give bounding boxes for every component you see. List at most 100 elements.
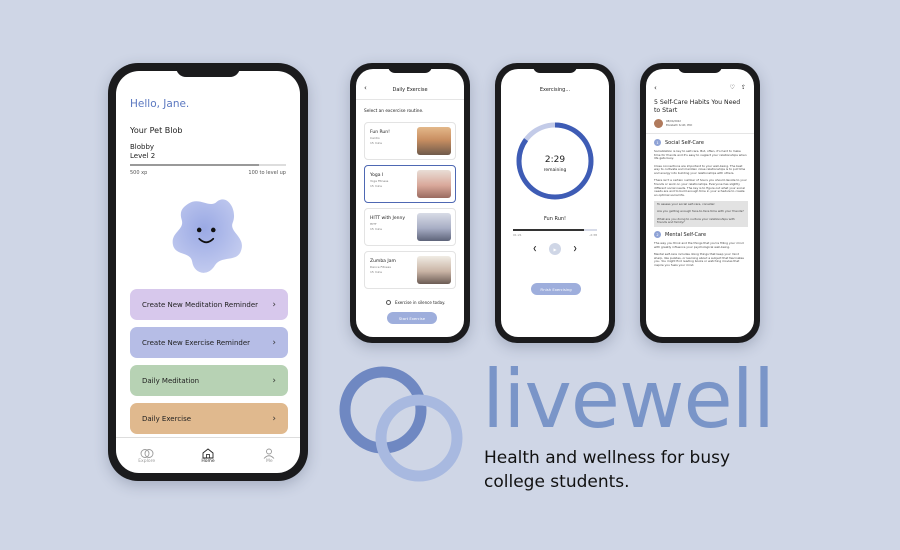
phone-notch — [176, 63, 240, 77]
header-divider — [356, 99, 464, 100]
silence-option[interactable]: Exercise in silence today. — [386, 300, 445, 305]
section-heading: 1 Social Self-Care — [654, 139, 748, 146]
tab-label: Explore — [138, 459, 156, 464]
chevron-right-icon: › — [272, 299, 276, 310]
routine-duration: 15 mins — [370, 140, 382, 145]
start-exercise-button[interactable]: Start Exercise — [387, 312, 437, 324]
create-exercise-reminder-button[interactable]: Create New Exercise Reminder › — [130, 327, 288, 358]
back-chevron-icon[interactable]: ‹ — [654, 84, 657, 92]
phone-exercising: Exercising... 2:29 remaining Fun Run! 01… — [495, 63, 615, 343]
phone-notch — [388, 63, 432, 73]
section-number: 2 — [654, 231, 661, 239]
chevron-right-icon: › — [272, 413, 276, 424]
routine-card-selected[interactable]: Yoga I Yoga Fitness 15 mins — [364, 165, 456, 203]
xp-progress-fill — [130, 164, 260, 166]
button-label: Create New Exercise Reminder — [142, 338, 251, 347]
create-meditation-reminder-button[interactable]: Create New Meditation Reminder › — [130, 289, 288, 320]
article-screen: ‹ ♡ ⇪ 5 Self-Care Habits You Need to Sta… — [646, 69, 754, 337]
routine-type: Dance Fitness — [370, 265, 391, 269]
next-icon[interactable]: ❯ — [573, 246, 577, 252]
daily-exercise-button[interactable]: Daily Exercise › — [130, 403, 288, 434]
paragraph: The way you think and the things that yo… — [654, 241, 744, 249]
routine-name: HITT with Jenny — [370, 216, 406, 221]
play-icon[interactable]: ▶ — [549, 243, 561, 255]
xp-to-level: 100 to level up — [248, 170, 286, 176]
tab-bar: Explore Home Me — [116, 437, 300, 473]
button-label: Daily Meditation — [142, 376, 200, 385]
daily-meditation-button[interactable]: Daily Meditation › — [130, 365, 288, 396]
section-heading: 2 Mental Self-Care — [654, 231, 748, 239]
home-screen: Hello, Jane. Your Pet Blob Blobby Level … — [116, 71, 300, 473]
explore-icon — [140, 447, 154, 459]
remaining-label: remaining — [543, 168, 567, 173]
home-icon — [202, 447, 214, 459]
tab-label: Home — [201, 459, 215, 464]
routine-thumbnail — [417, 170, 451, 198]
time-remaining: 2:29 — [544, 155, 566, 165]
playback-controls: ❮ ▶ ❯ — [501, 243, 609, 255]
article-title: 5 Self-Care Habits You Need to Start — [654, 99, 741, 114]
routine-card[interactable]: Fun Run! Cardio 15 mins — [364, 122, 456, 160]
tab-label: Me — [265, 459, 273, 464]
routine-list: Fun Run! Cardio 15 mins Yoga I Yoga Fitne… — [364, 122, 456, 294]
tab-me[interactable]: Me — [249, 447, 289, 464]
greeting: Hello, Jane. — [130, 98, 190, 110]
heart-icon[interactable]: ♡ — [730, 84, 735, 91]
routine-duration: 15 mins — [370, 226, 382, 231]
elapsed-time: 01:21 — [513, 233, 522, 237]
routine-name: Fun Run! — [370, 130, 390, 135]
callout-intro: To assess your social self-care, conside… — [657, 202, 716, 207]
finish-exercising-button[interactable]: Finish Exercising — [531, 283, 581, 295]
routine-card[interactable]: Zumba Jam Dance Fitness 15 mins — [364, 251, 456, 289]
routine-meta: HITT 15 mins — [370, 222, 382, 231]
chevron-right-icon: › — [272, 375, 276, 386]
article-author: 08/04/2022 Elizabeth Scott, PhD — [654, 119, 692, 128]
paragraph: Close connections are important to your … — [654, 163, 746, 176]
livewell-logo-icon — [339, 366, 463, 482]
routine-thumbnail — [417, 256, 451, 284]
phone-daily-exercise: ‹ Daily Exercise Select an excercise rou… — [350, 63, 470, 343]
daily-exercise-screen: ‹ Daily Exercise Select an excercise rou… — [356, 69, 464, 337]
paragraph: Mental self-care includes doing things t… — [654, 251, 744, 268]
routine-name: Yoga I — [370, 173, 384, 178]
screen-title: Daily Exercise — [392, 87, 428, 93]
tab-explore[interactable]: Explore — [127, 447, 167, 464]
callout-box: To assess your social self-care, conside… — [654, 201, 748, 228]
avatar — [654, 119, 663, 128]
button-label: Create New Meditation Reminder — [142, 300, 259, 309]
routine-duration: 15 mins — [370, 183, 382, 188]
paragraph: Socialization is key to self-care. But, … — [654, 149, 747, 161]
routine-duration: 15 mins — [370, 269, 382, 274]
share-icon[interactable]: ⇪ — [741, 84, 746, 91]
radio-button[interactable] — [386, 300, 391, 305]
phone-article: ‹ ♡ ⇪ 5 Self-Care Habits You Need to Sta… — [640, 63, 760, 343]
routine-thumbnail — [417, 127, 451, 155]
brand-name: livewell — [482, 353, 775, 446]
pet-section-title: Your Pet Blob — [130, 126, 183, 135]
pet-blob-icon[interactable] — [164, 193, 252, 281]
routine-meta: Yoga Fitness 15 mins — [370, 179, 388, 188]
paragraph: There isn't a certain number of hours yo… — [654, 178, 747, 198]
exercising-screen: Exercising... 2:29 remaining Fun Run! 01… — [501, 69, 609, 337]
button-label: Daily Exercise — [142, 414, 192, 423]
xp-progress-bar — [130, 164, 286, 166]
section-title: Mental Self-Care — [665, 231, 707, 238]
author-name: Elizabeth Scott, PhD — [666, 123, 693, 127]
total-time: -2:38 — [589, 233, 597, 237]
playback-progress-bar[interactable] — [513, 229, 597, 231]
tab-home[interactable]: Home — [188, 447, 228, 464]
playback-progress-fill — [513, 229, 585, 231]
previous-icon[interactable]: ❮ — [533, 246, 537, 252]
section-title: Social Self-Care — [665, 139, 704, 146]
callout-question: What are you doing to nurture your relat… — [657, 216, 735, 225]
person-icon — [263, 447, 275, 459]
section-number: 1 — [654, 139, 661, 146]
routine-meta: Dance Fitness 15 mins — [370, 265, 391, 274]
routine-card[interactable]: HITT with Jenny HITT 15 mins — [364, 208, 456, 246]
routine-type: Yoga Fitness — [370, 179, 389, 183]
phone-notch — [678, 63, 722, 73]
track-name: Fun Run! — [543, 216, 567, 222]
callout-question: Are you getting enough face-to-face time… — [657, 209, 744, 214]
routine-prompt: Select an excercise routine. — [364, 109, 424, 114]
screen-title: Exercising... — [539, 87, 571, 93]
